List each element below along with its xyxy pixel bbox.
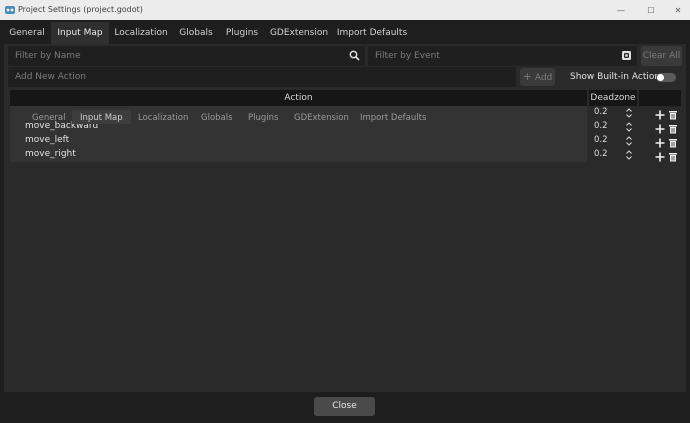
add-action-button[interactable]: + Add	[520, 68, 555, 86]
row-actions	[655, 122, 681, 136]
trash-icon[interactable]	[668, 152, 678, 162]
maximize-button[interactable]: ☐	[636, 0, 666, 20]
row-actions	[655, 108, 681, 122]
window-title: Project Settings (project.godot)	[18, 5, 143, 14]
ghost-tab-general: General	[32, 113, 66, 123]
search-icon	[349, 50, 360, 61]
ghost-tab-input-map: Input Map	[72, 110, 131, 124]
deadzone-value: 0.2	[594, 135, 608, 145]
deadzone-value: 0.2	[594, 107, 608, 117]
deadzone-spinbox[interactable]: 0.2	[587, 106, 638, 120]
plus-icon[interactable]	[655, 124, 665, 134]
trash-icon[interactable]	[668, 110, 678, 120]
add-action-placeholder: Add New Action	[15, 72, 86, 82]
ghost-tab-localization: Localization	[138, 113, 189, 123]
add-button-label: Add	[534, 73, 553, 83]
clear-all-button[interactable]: Clear All	[641, 46, 682, 66]
row-actions	[655, 136, 681, 150]
window-titlebar: Project Settings (project.godot) — ☐ ✕	[0, 0, 690, 20]
action-name: move_right	[25, 149, 76, 159]
plus-icon: +	[522, 70, 532, 83]
action-name: move_left	[25, 135, 70, 145]
ghost-tab-plugins: Plugins	[248, 113, 279, 123]
deadzone-value: 0.2	[594, 121, 608, 131]
trash-icon[interactable]	[668, 124, 678, 134]
ghost-tab-gdextension: GDExtension	[294, 113, 349, 123]
row-actions	[655, 150, 681, 164]
tab-gdextension[interactable]: GDExtension	[267, 22, 331, 44]
trash-icon[interactable]	[668, 138, 678, 148]
show-builtin-toggle[interactable]	[656, 73, 676, 82]
spinner-icon[interactable]	[626, 150, 632, 160]
ghost-tab-import-defaults: Import Defaults	[360, 113, 427, 123]
deadzone-value: 0.2	[594, 149, 608, 159]
tab-globals[interactable]: Globals	[175, 22, 217, 44]
minimize-button[interactable]: —	[606, 0, 636, 20]
tab-plugins[interactable]: Plugins	[222, 22, 262, 44]
table-row[interactable]: move_left 0.2	[10, 134, 638, 148]
filter-event-placeholder: Filter by Event	[375, 51, 440, 61]
deadzone-spinbox[interactable]: 0.2	[587, 120, 638, 134]
ghost-tab-globals: Globals	[201, 113, 233, 123]
godot-icon	[5, 6, 15, 14]
tab-general[interactable]: General	[4, 22, 50, 44]
plus-icon[interactable]	[655, 138, 665, 148]
filter-event-input[interactable]: Filter by Event	[368, 46, 637, 66]
close-button[interactable]: Close	[314, 397, 375, 416]
spinner-icon[interactable]	[626, 108, 632, 118]
plus-icon[interactable]	[655, 152, 665, 162]
filter-name-input[interactable]: Filter by Name	[8, 46, 365, 66]
table-row[interactable]: move_right 0.2	[10, 148, 638, 162]
ghost-tab-strip: General Input Map Localization Globals P…	[10, 110, 588, 124]
actions-column-header	[639, 90, 681, 106]
tab-import-defaults[interactable]: Import Defaults	[334, 22, 410, 44]
deadzone-column-header: Deadzone	[589, 90, 637, 106]
action-column-header: Action	[10, 90, 587, 106]
spinner-icon[interactable]	[626, 122, 632, 132]
deadzone-spinbox[interactable]: 0.2	[587, 134, 638, 148]
tab-input-map[interactable]: Input Map	[51, 22, 109, 44]
plus-icon[interactable]	[655, 110, 665, 120]
add-action-input[interactable]: Add New Action	[8, 67, 516, 87]
close-window-button[interactable]: ✕	[663, 0, 690, 20]
toggle-knob	[657, 74, 664, 81]
show-builtin-label: Show Built-in Actions	[570, 72, 665, 82]
keyboard-icon[interactable]	[621, 50, 632, 61]
spinner-icon[interactable]	[626, 136, 632, 146]
settings-tabs: General Input Map Localization Globals P…	[0, 22, 690, 44]
filter-name-placeholder: Filter by Name	[15, 51, 81, 61]
deadzone-spinbox[interactable]: 0.2	[587, 148, 638, 162]
tab-localization[interactable]: Localization	[112, 22, 170, 44]
